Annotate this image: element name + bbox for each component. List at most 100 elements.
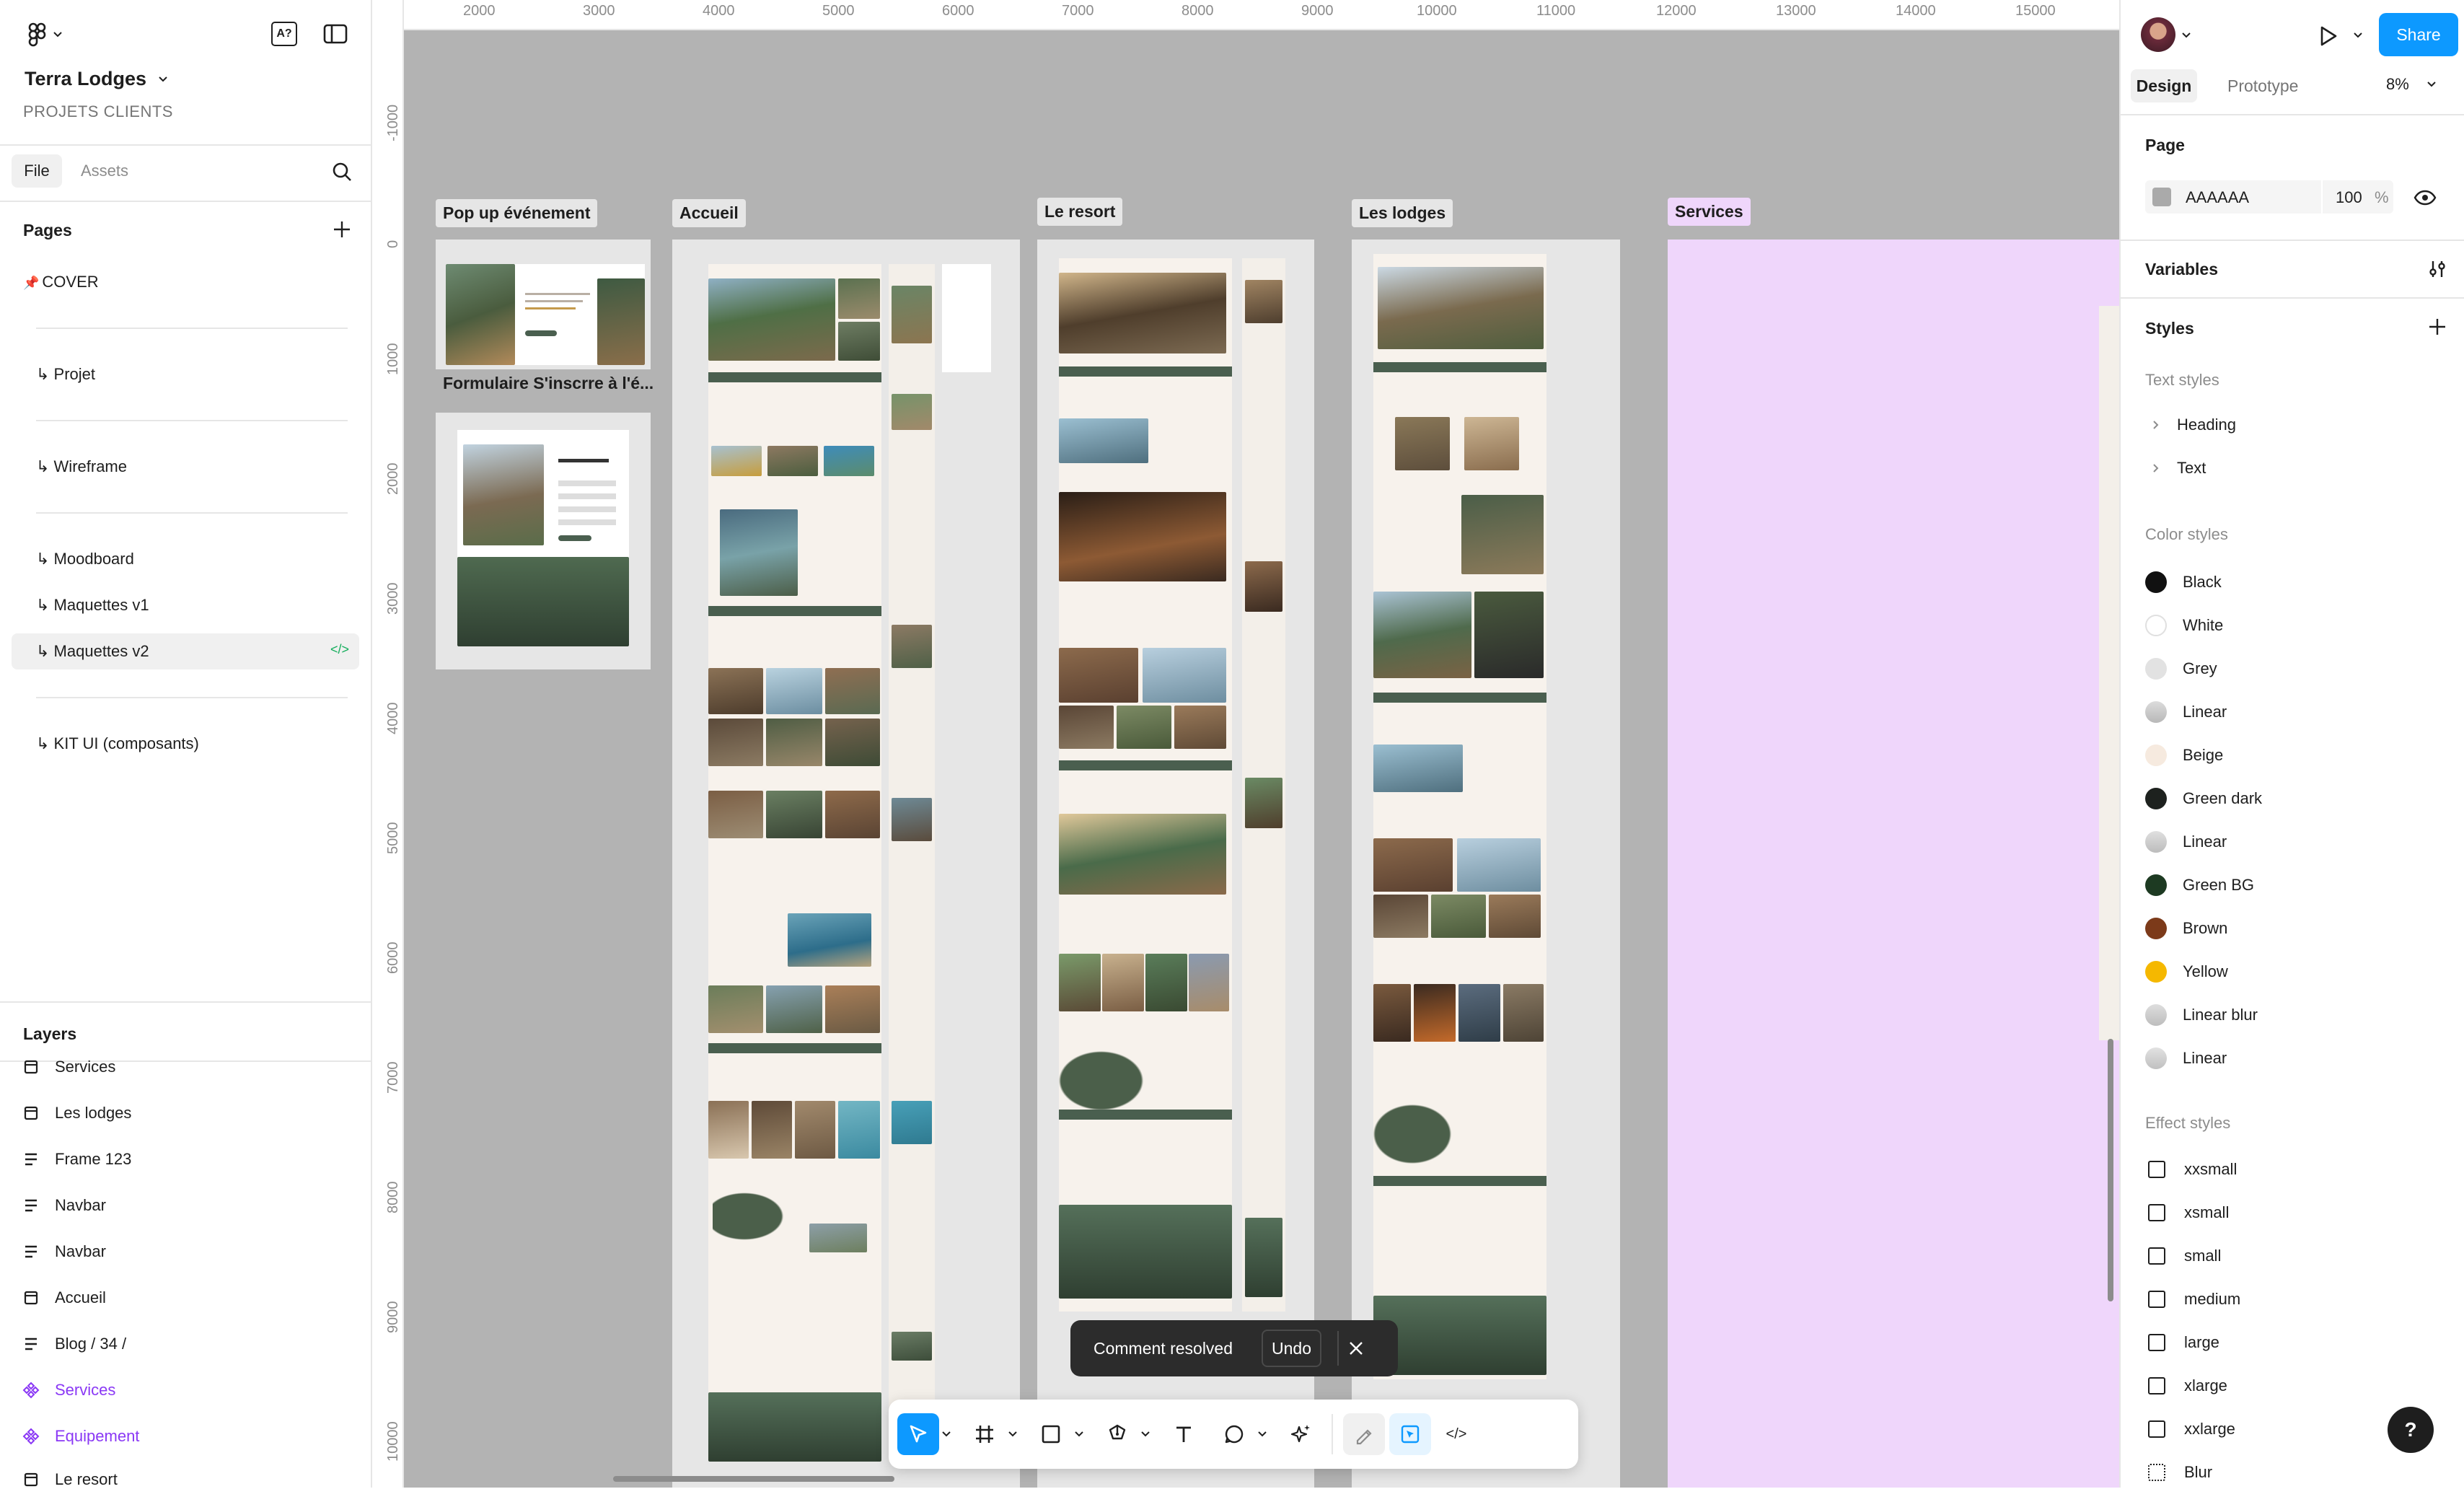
effect-style-item[interactable]: Blur <box>2145 1463 2212 1482</box>
frame-popup[interactable] <box>436 240 651 369</box>
toggle-sidebar-icon[interactable] <box>322 22 349 46</box>
chevron-down-icon[interactable] <box>2181 32 2191 39</box>
frame-resort[interactable] <box>1037 240 1314 1488</box>
frame-accueil[interactable] <box>672 240 1020 1488</box>
page-item-moodboard[interactable]: ↳ Moodboard <box>36 550 134 568</box>
frame-label-popup[interactable]: Pop up événement <box>436 199 598 227</box>
color-swatch <box>2145 571 2167 593</box>
effect-style-item[interactable]: large <box>2145 1333 2219 1352</box>
draw-mode-icon[interactable] <box>1343 1413 1385 1455</box>
avatar[interactable] <box>2141 17 2175 52</box>
layer-row[interactable]: Accueil <box>22 1288 106 1307</box>
frame-formulaire[interactable] <box>436 413 651 669</box>
layer-row[interactable]: Les lodges <box>22 1104 131 1123</box>
color-style-item[interactable]: Linear <box>2145 831 2227 853</box>
tab-assets[interactable]: Assets <box>81 162 128 180</box>
variables-settings-icon[interactable] <box>2425 257 2450 281</box>
zoom-control[interactable]: 8% <box>2386 75 2437 94</box>
close-icon[interactable] <box>1337 1331 1373 1366</box>
page-item-maquettes-v2[interactable]: ↳ Maquettes v2 </> <box>12 633 359 669</box>
fill-hex-value[interactable]: AAAAAA <box>2186 188 2249 207</box>
page-item-maquettes-v1[interactable]: ↳ Maquettes v1 <box>36 596 149 615</box>
text-style-heading[interactable]: Heading <box>2145 416 2236 434</box>
layer-row[interactable]: Le resort <box>22 1470 118 1489</box>
fill-swatch[interactable] <box>2152 188 2171 206</box>
chevron-down-icon[interactable] <box>1072 1431 1086 1437</box>
layer-row[interactable]: Blog / 34 / <box>22 1335 126 1353</box>
page-item-kit-ui[interactable]: ↳ KIT UI (composants) <box>36 734 199 753</box>
page-item-projet[interactable]: ↳ Projet <box>36 365 95 384</box>
layer-row[interactable]: Services <box>22 1058 115 1076</box>
vertical-scrollbar[interactable] <box>2108 1039 2113 1301</box>
color-style-item[interactable]: Brown <box>2145 918 2227 939</box>
frame-tool-icon[interactable] <box>964 1413 1006 1455</box>
layer-row[interactable]: Equipement <box>22 1427 139 1446</box>
frame-label-resort[interactable]: Le resort <box>1037 198 1123 226</box>
page-item-wireframe[interactable]: ↳ Wireframe <box>36 457 127 476</box>
fill-opacity-value[interactable]: 100 <box>2336 188 2362 207</box>
color-style-item[interactable]: White <box>2145 615 2223 636</box>
page-item-cover[interactable]: 📌 COVER <box>23 273 99 291</box>
color-style-item[interactable]: Linear blur <box>2145 1004 2258 1026</box>
tab-file[interactable]: File <box>12 154 62 188</box>
design-mode-icon[interactable] <box>1389 1413 1431 1455</box>
layer-row[interactable]: Services <box>22 1381 115 1400</box>
share-button[interactable]: Share <box>2379 13 2458 56</box>
chevron-down-icon[interactable] <box>2353 32 2363 39</box>
tab-design[interactable]: Design <box>2131 69 2197 102</box>
effect-style-item[interactable]: small <box>2145 1247 2221 1265</box>
pen-tool-icon[interactable] <box>1096 1413 1138 1455</box>
tab-prototype[interactable]: Prototype <box>2227 76 2298 96</box>
frame-label-lodges[interactable]: Les lodges <box>1352 199 1453 227</box>
frame-label-services[interactable]: Services <box>1668 198 1751 226</box>
horizontal-scrollbar[interactable] <box>613 1476 894 1482</box>
chevron-down-icon[interactable] <box>939 1431 954 1437</box>
frame-lodges[interactable] <box>1352 240 1620 1488</box>
rectangle-tool-icon[interactable] <box>1030 1413 1072 1455</box>
effect-style-item[interactable]: medium <box>2145 1290 2240 1309</box>
effect-style-item[interactable]: xsmall <box>2145 1203 2229 1222</box>
help-button[interactable]: ? <box>2388 1407 2434 1453</box>
effect-style-item[interactable]: xxlarge <box>2145 1420 2235 1439</box>
color-style-item[interactable]: Yellow <box>2145 961 2228 983</box>
color-style-item[interactable]: Green dark <box>2145 788 2262 809</box>
add-page-icon[interactable] <box>329 216 355 242</box>
play-icon[interactable] <box>2314 22 2343 50</box>
frame-label-formulaire[interactable]: Formulaire S'inscrre à l'é... <box>436 369 661 397</box>
search-icon[interactable] <box>329 159 355 185</box>
font-icon[interactable]: A? <box>271 22 297 46</box>
text-style-text[interactable]: Text <box>2145 459 2206 478</box>
add-style-icon[interactable] <box>2425 315 2450 339</box>
divider <box>0 1001 371 1003</box>
color-style-item[interactable]: Grey <box>2145 658 2217 680</box>
color-style-item[interactable]: Linear <box>2145 701 2227 723</box>
color-style-item[interactable]: Linear <box>2145 1047 2227 1069</box>
ai-tools-icon[interactable] <box>1280 1413 1321 1455</box>
color-style-item[interactable]: Black <box>2145 571 2222 593</box>
chevron-down-icon[interactable] <box>1138 1431 1153 1437</box>
layer-row[interactable]: Frame 123 <box>22 1150 131 1169</box>
project-name[interactable]: PROJETS CLIENTS <box>23 102 173 121</box>
frame-label-accueil[interactable]: Accueil <box>672 199 746 227</box>
canvas[interactable]: Pop up événement Formulaire S'inscrre à … <box>372 0 2119 1488</box>
variables-heading[interactable]: Variables <box>2145 260 2218 279</box>
dev-mode-icon[interactable]: </> <box>1435 1413 1477 1455</box>
move-tool-icon[interactable] <box>897 1413 939 1455</box>
layer-row[interactable]: Navbar <box>22 1196 106 1215</box>
frame-services[interactable] <box>1668 240 2119 1488</box>
effect-style-item[interactable]: xlarge <box>2145 1376 2227 1395</box>
main-menu-button[interactable] <box>22 20 69 49</box>
text-tool-icon[interactable] <box>1163 1413 1205 1455</box>
color-style-item[interactable]: Beige <box>2145 744 2223 766</box>
effect-styles-heading: Effect styles <box>2145 1114 2231 1132</box>
undo-button[interactable]: Undo <box>1262 1330 1322 1367</box>
effect-style-item[interactable]: xxsmall <box>2145 1160 2237 1179</box>
chevron-down-icon[interactable] <box>1006 1431 1020 1437</box>
file-title[interactable]: Terra Lodges <box>25 68 168 90</box>
comment-tool-icon[interactable] <box>1213 1413 1255 1455</box>
layer-row[interactable]: Navbar <box>22 1242 106 1261</box>
color-style-item[interactable]: Green BG <box>2145 874 2254 896</box>
page-fill-field[interactable]: AAAAAA 100 % <box>2145 180 2393 214</box>
eye-icon[interactable] <box>2412 185 2438 211</box>
chevron-down-icon[interactable] <box>1255 1431 1270 1437</box>
